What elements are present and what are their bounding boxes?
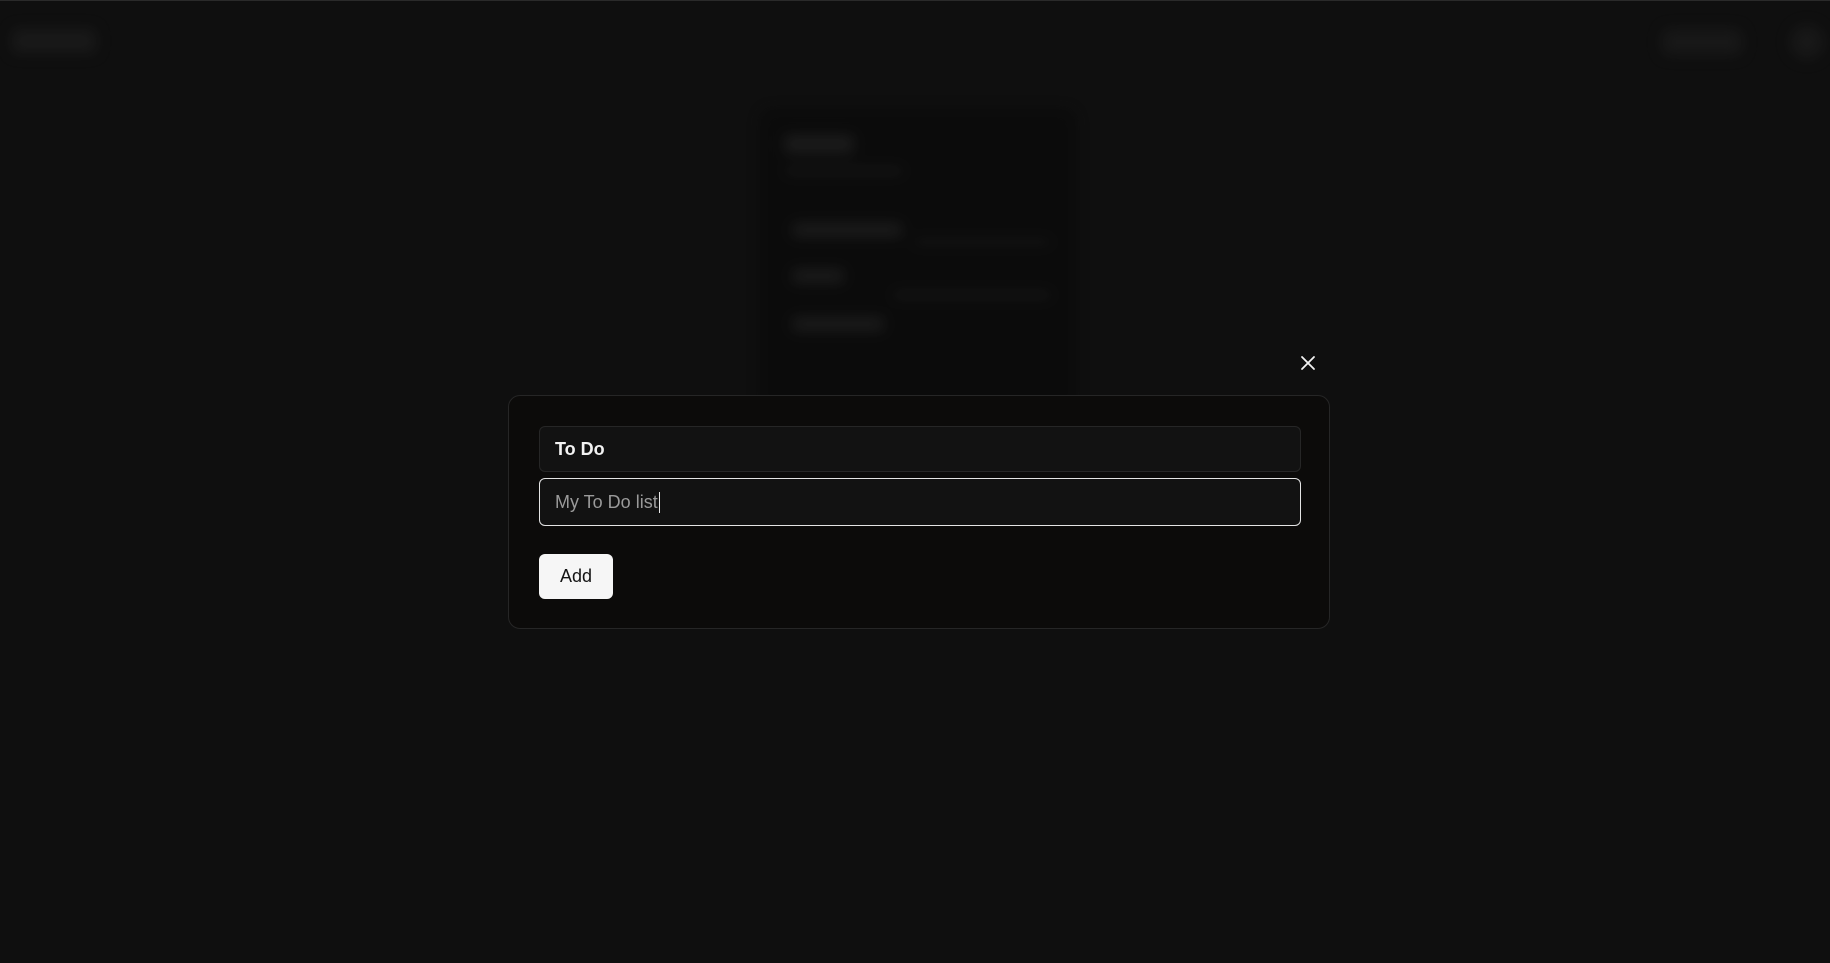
list-title-value: To Do bbox=[555, 438, 605, 459]
close-button[interactable] bbox=[1296, 351, 1320, 375]
list-description-input[interactable]: My To Do list bbox=[539, 478, 1301, 526]
close-icon bbox=[1299, 354, 1317, 372]
text-caret bbox=[658, 491, 660, 513]
list-title-input[interactable]: To Do bbox=[539, 426, 1301, 472]
app-window: To Do My To Do list Add bbox=[0, 0, 1830, 963]
add-list-dialog: To Do My To Do list Add bbox=[508, 395, 1330, 629]
list-description-value: My To Do list bbox=[555, 491, 658, 512]
add-button[interactable]: Add bbox=[539, 554, 613, 599]
